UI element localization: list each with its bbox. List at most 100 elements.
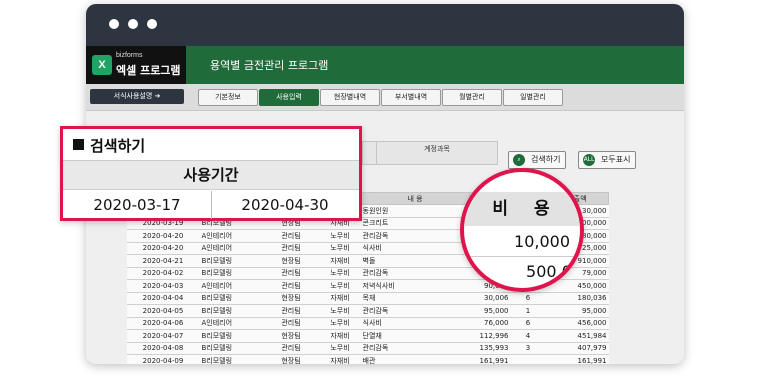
table-cell: 자재비	[319, 292, 361, 305]
table-cell: 벽돌	[360, 254, 470, 268]
tab-dept-details[interactable]: 부서별내역	[381, 89, 441, 106]
table-cell: B리모델링	[199, 329, 263, 343]
table-cell: 2020-04-09	[126, 354, 200, 364]
table-cell: 관리팀	[262, 279, 320, 293]
table-cell: 2020-04-21	[126, 254, 200, 268]
tab-monthly[interactable]: 월별관리	[442, 89, 502, 106]
table-cell: A인테리어	[199, 317, 263, 330]
table-cell: 112,996	[469, 329, 511, 343]
cost-callout: 비 용 10,000 500,00	[460, 168, 584, 292]
table-cell: 콘크리트	[360, 217, 470, 230]
table-cell: 관리팀	[262, 304, 320, 318]
table-cell: 2020-04-20	[126, 242, 200, 255]
logo-title: 엑셀 프로그램	[116, 64, 181, 77]
table-cell: A인테리어	[199, 229, 263, 243]
menu-bar: 서식사용설명 ➔ 기본정보 사용입력 현장별내역 부서별내역 월별관리 일별관리	[86, 84, 684, 111]
tab-daily[interactable]: 일별관리	[503, 89, 563, 106]
table-cell: 2020-04-04	[126, 292, 200, 305]
table-cell: 노무비	[319, 242, 361, 255]
cost-value: 500,00	[526, 262, 582, 281]
table-cell: 관리감독	[360, 267, 470, 280]
table-row[interactable]: 2020-04-08 B리모델링 관리팀 노무비 관리감독 135,993 3 407,979	[126, 342, 609, 355]
show-all-button[interactable]: ALL 모두표시	[578, 151, 636, 169]
table-cell: 2020-04-02	[126, 267, 200, 280]
table-cell: 동원인원	[360, 204, 470, 218]
table-cell: 식사비	[360, 317, 470, 330]
table-cell: 배관	[360, 354, 470, 364]
excel-icon: X	[92, 55, 112, 75]
table-cell: B리모델링	[199, 267, 263, 280]
table-cell: 노무비	[319, 317, 361, 330]
table-cell: 2020-04-06	[126, 317, 200, 330]
table-row[interactable]: 2020-04-04 B리모델링 현장팀 자재비 목재 30,006 6 180,036	[126, 292, 609, 305]
search-icon: ⌕	[513, 154, 525, 166]
table-cell: 95,000	[469, 304, 511, 318]
tab-usage-input[interactable]: 사용입력	[259, 89, 319, 106]
table-cell: 자재비	[319, 329, 361, 343]
table-cell: 관리팀	[262, 242, 320, 255]
table-cell: 1	[510, 304, 546, 318]
table-cell: 현장팀	[262, 292, 320, 305]
table-cell: 2020-04-07	[126, 329, 200, 343]
table-cell: 관리팀	[262, 342, 320, 355]
table-cell: 자재비	[319, 354, 361, 364]
table-cell: 76,000	[469, 317, 511, 330]
cost-header: 비 용	[464, 192, 580, 226]
table-cell: B리모델링	[199, 342, 263, 355]
table-cell	[510, 354, 546, 364]
table-cell: 노무비	[319, 342, 361, 355]
table-row[interactable]: 2020-04-07 B리모델링 현장팀 자재비 단열재 112,996 4 451,984	[126, 329, 609, 343]
table-cell: B리모델링	[199, 304, 263, 318]
table-cell: 4	[510, 329, 546, 343]
table-cell: 6	[510, 317, 546, 330]
table-cell: 현장팀	[262, 329, 320, 343]
date-from-field[interactable]: 2020-03-17	[63, 191, 212, 219]
search-callout: 검색하기 사용기간 2020-03-17 2020-04-30	[60, 126, 362, 221]
table-cell: 2020-04-05	[126, 304, 200, 318]
tab-site-details[interactable]: 현장별내역	[320, 89, 380, 106]
window-dot-icon	[109, 19, 119, 29]
divider	[464, 256, 580, 257]
table-cell: 노무비	[319, 229, 361, 243]
table-cell: 단열재	[360, 329, 470, 343]
search-button-label: 검색하기	[531, 155, 561, 164]
table-cell: 95,000	[545, 304, 609, 318]
table-row[interactable]: 2020-04-05 B리모델링 관리팀 노무비 관리감독 95,000 1 95,000	[126, 304, 609, 318]
window-dot-icon	[128, 19, 138, 29]
date-to-field[interactable]: 2020-04-30	[211, 191, 359, 219]
table-row[interactable]: 2020-04-06 A인테리어 관리팀 노무비 식사비 76,000 6 456,000	[126, 317, 609, 330]
account-header: 계정과목	[376, 141, 498, 165]
table-cell: B리모델링	[199, 354, 263, 364]
program-header: X bizforms 엑셀 프로그램 용역별 금전관리 프로그램	[86, 46, 684, 84]
table-header: 내 용	[360, 192, 470, 205]
logo: X bizforms 엑셀 프로그램	[86, 46, 186, 84]
table-cell: 30,006	[469, 292, 511, 305]
cost-value: 10,000	[514, 232, 570, 251]
all-icon: ALL	[583, 154, 595, 166]
table-cell: 노무비	[319, 267, 361, 280]
search-button[interactable]: ⌕ 검색하기	[508, 151, 566, 169]
tab-basic-info[interactable]: 기본정보	[198, 89, 258, 106]
table-cell: 161,991	[545, 354, 609, 364]
table-cell: 3	[510, 342, 546, 355]
help-button[interactable]: 서식사용설명 ➔	[90, 89, 184, 104]
table-cell: 6	[510, 292, 546, 305]
table-cell: 456,000	[545, 317, 609, 330]
program-title: 용역별 금전관리 프로그램	[210, 59, 329, 72]
table-cell: 451,984	[545, 329, 609, 343]
search-callout-title-text: 검색하기	[90, 137, 146, 155]
table-row[interactable]: 2020-04-09 B리모델링 현장팀 자재비 배관 161,991 161,991	[126, 354, 609, 364]
table-cell: B리모델링	[199, 292, 263, 305]
table-cell: 노무비	[319, 304, 361, 318]
table-cell: 407,979	[545, 342, 609, 355]
table-cell: 관리팀	[262, 267, 320, 280]
table-cell: 관리감독	[360, 229, 470, 243]
table-cell: 2020-04-03	[126, 279, 200, 293]
window-dot-icon	[147, 19, 157, 29]
logo-brand: bizforms	[116, 52, 143, 59]
table-cell: B리모델링	[199, 254, 263, 268]
table-cell: 현장팀	[262, 354, 320, 364]
table-cell: 식사비	[360, 242, 470, 255]
table-cell: 161,991	[469, 354, 511, 364]
window-titlebar	[86, 4, 684, 46]
